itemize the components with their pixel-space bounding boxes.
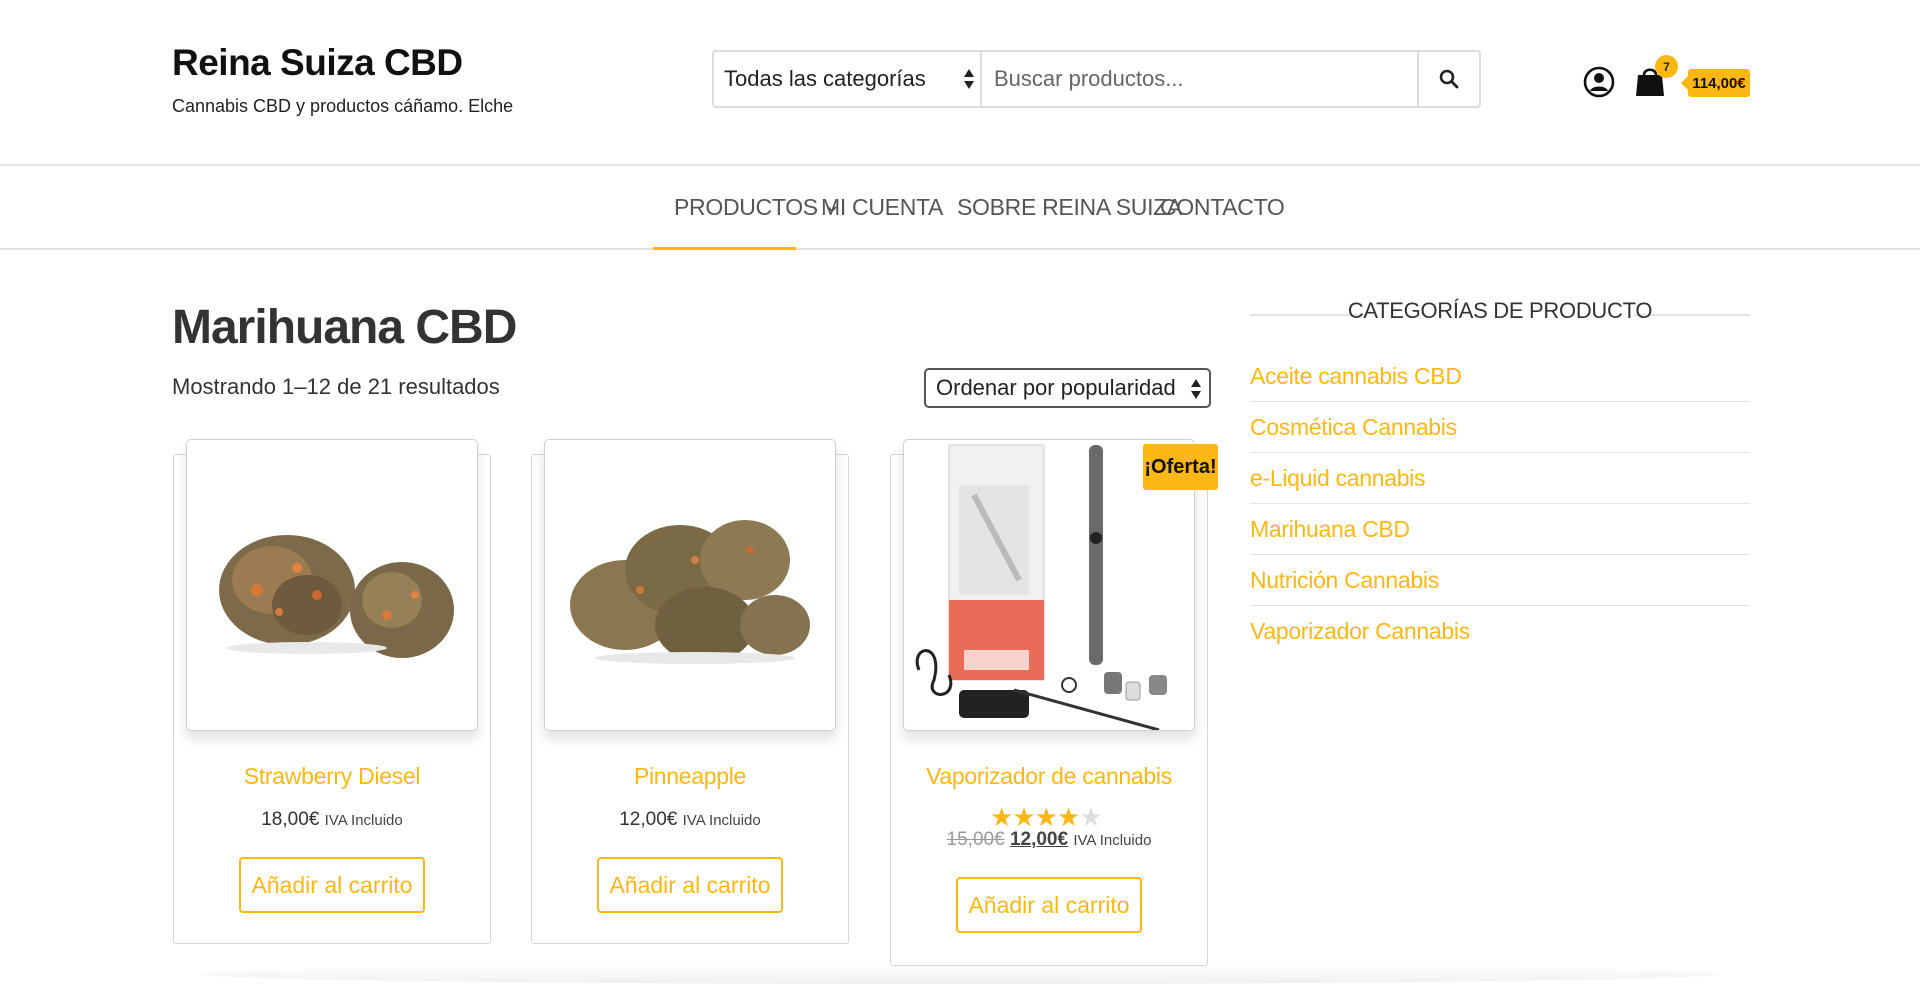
sidebar-category-cosmetica[interactable]: Cosmética Cannabis [1250,402,1750,453]
cannabis-bud-image [570,520,810,664]
price-amount: 18,00€ [261,809,320,830]
sidebar-category-marihuana[interactable]: Marihuana CBD [1250,504,1750,555]
rating-stars: ★★★★★ [990,802,1103,833]
select-arrows-icon [964,69,974,89]
sort-select[interactable]: Ordenar por popularidad [924,368,1211,408]
site-header: Reina Suiza CBD Cannabis CBD y productos… [0,0,1920,166]
star-icon: ★ [1034,802,1058,832]
tax-label: IVA Incluido [1073,832,1152,849]
search-category-select[interactable]: Todas las categorías [714,52,982,106]
star-icon: ★ [1012,802,1035,832]
product-price: 18,00€ IVA Incluido [174,809,490,831]
product-search: Todas las categorías Buscar productos... [712,50,1481,108]
add-to-cart-button[interactable]: Añadir al carrito [956,877,1142,933]
sale-badge: ¡Oferta! [1143,444,1218,490]
search-category-label: Todas las categorías [724,66,926,91]
search-icon [1439,69,1459,89]
select-arrows-icon [1191,379,1201,399]
star-half-icon: ★ [1079,802,1102,832]
product-card: Strawberry Diesel 18,00€ IVA Incluido Añ… [173,439,491,944]
nav-item-mi-cuenta[interactable]: MI CUENTA [821,194,943,221]
product-name[interactable]: Pinneapple [532,763,848,790]
search-button[interactable] [1417,52,1479,106]
star-icon: ★ [990,802,1013,832]
search-input[interactable]: Buscar productos... [982,52,1417,106]
price-amount: 12,00€ [619,809,678,830]
footer-shadow [200,964,1720,984]
product-image-strawberry-diesel[interactable] [186,439,478,731]
add-to-cart-button[interactable]: Añadir al carrito [597,857,783,913]
nav-item-productos[interactable]: PRODUCTOS [674,194,838,221]
nav-active-indicator [653,247,796,250]
nav-item-label: PRODUCTOS [674,194,818,220]
search-placeholder: Buscar productos... [994,66,1184,91]
user-circle-icon[interactable] [1583,66,1615,98]
product-name[interactable]: Vaporizador de cannabis [891,763,1207,790]
page-title: Marihuana CBD [172,301,517,354]
product-image-pinneapple[interactable] [544,439,836,731]
product-name[interactable]: Strawberry Diesel [174,763,490,790]
sidebar-category-nutricion[interactable]: Nutrición Cannabis [1250,555,1750,606]
sort-select-value: Ordenar por popularidad [936,375,1176,400]
sidebar-category-vaporizador[interactable]: Vaporizador Cannabis [1250,606,1750,657]
site-tagline: Cannabis CBD y productos cáñamo. Elche [172,96,514,116]
star-icon: ★ [1056,802,1080,832]
sidebar-category-aceite[interactable]: Aceite cannabis CBD [1250,351,1750,402]
cart-total[interactable]: 114,00€ [1681,69,1750,97]
product-card: Pinneapple 12,00€ IVA Incluido Añadir al… [531,439,849,944]
main-nav: PRODUCTOS MI CUENTA SOBRE REINA SUIZA CO… [0,168,1920,250]
cart-count-badge: 7 [1655,55,1678,78]
product-price: 12,00€ IVA Incluido [532,809,848,831]
site-title[interactable]: Reina Suiza CBD [172,42,463,84]
cannabis-bud-image [219,535,454,658]
sidebar-category-eliquid[interactable]: e-Liquid cannabis [1250,453,1750,504]
tax-label: IVA Incluido [324,812,403,829]
results-count: Mostrando 1–12 de 21 resultados [172,374,500,399]
product-card: Vaporizador de cannabis 15,00€ 12,00€ IV… [890,439,1208,966]
add-to-cart-button[interactable]: Añadir al carrito [239,857,425,913]
nav-item-sobre-reina-suiza[interactable]: SOBRE REINA SUIZA [957,194,1182,221]
nav-item-contacto[interactable]: CONTACTO [1160,194,1285,221]
tax-label: IVA Incluido [682,812,761,829]
sidebar-title: CATEGORÍAS DE PRODUCTO [1347,298,1653,323]
